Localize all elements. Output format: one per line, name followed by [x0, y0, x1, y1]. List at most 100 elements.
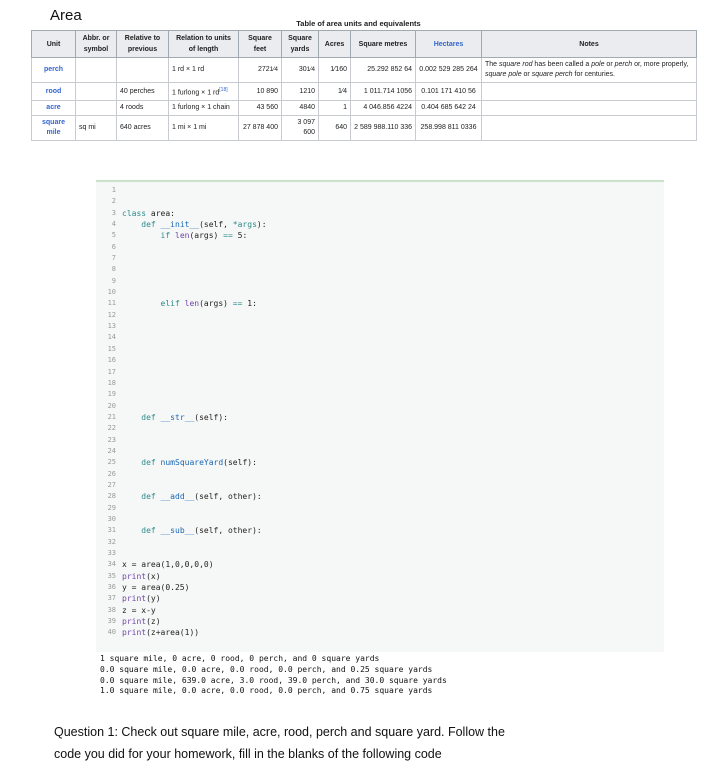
code-line[interactable] [122, 264, 267, 275]
header-relative: Relative to previous [116, 30, 169, 58]
line-number: 36 [107, 583, 116, 592]
sqyd-cell: 4840 [281, 100, 319, 117]
code-line[interactable] [122, 344, 267, 355]
code-line[interactable] [122, 480, 267, 491]
relative-cell: 40 perches [116, 81, 169, 102]
code-line[interactable] [122, 185, 267, 196]
line-number: 30 [107, 514, 116, 523]
code-line[interactable]: def __sub__(self, other): [122, 525, 267, 536]
code-content[interactable]: class area: def __init__(self, *args): i… [122, 185, 267, 639]
code-line[interactable]: def __add__(self, other): [122, 491, 267, 502]
code-line[interactable] [122, 355, 267, 366]
line-number: 7 [111, 254, 116, 263]
code-line[interactable] [122, 401, 267, 412]
code-line[interactable] [122, 242, 267, 253]
code-line[interactable] [122, 548, 267, 559]
code-line[interactable] [122, 310, 267, 321]
output-line: 0.0 square mile, 0.0 acre, 0.0 rood, 0.0… [100, 664, 433, 674]
header-hectares-link[interactable]: Hectares [415, 30, 482, 58]
code-line[interactable] [122, 367, 267, 378]
sqm-cell: 4 046.856 4224 [350, 100, 416, 117]
code-line[interactable] [122, 253, 267, 264]
code-line[interactable]: elif len(args) == 1: [122, 298, 267, 309]
sqm-cell: 25.292 852 64 [350, 57, 416, 83]
code-line[interactable] [122, 321, 267, 332]
code-line[interactable] [122, 276, 267, 287]
sqft-cell: 43 560 [238, 100, 282, 117]
sqyd-cell: 3 097 600 [281, 115, 319, 142]
code-line[interactable]: print(x) [122, 571, 267, 582]
program-output: 1 square mile, 0 acre, 0 rood, 0 perch, … [100, 654, 447, 697]
code-line[interactable] [122, 196, 267, 207]
unit-link[interactable]: perch [31, 57, 76, 83]
code-line[interactable]: def __init__(self, *args): [122, 219, 266, 230]
header-abbr: Abbr. or symbol [75, 30, 117, 58]
relation-cell: 1 mi × 1 mi [168, 115, 239, 142]
code-line[interactable]: x = area(1,0,0,0,0) [122, 559, 267, 570]
code-line[interactable]: def __str__(self): [122, 412, 267, 423]
code-line[interactable]: print(z+area(1)) [122, 627, 267, 638]
relation-cell: 1 rd × 1 rd [168, 57, 239, 83]
table-row: square mile sq mi 640 acres 1 mi × 1 mi 27 8… [31, 115, 697, 142]
abbr-cell [75, 57, 117, 83]
line-number: 9 [111, 276, 116, 285]
sqm-cell: 2 589 988.110 336 [350, 115, 416, 142]
code-line[interactable]: class area: [122, 208, 267, 219]
header-acres: Acres [318, 30, 351, 58]
acres-cell: 640 [318, 115, 351, 142]
line-number: 37 [107, 594, 116, 603]
line-number: 12 [107, 310, 116, 319]
hectares-cell: 258.998 811 0336 [415, 115, 482, 142]
line-number: 31 [107, 526, 116, 535]
table-row: rood 40 perches 1 furlong × 1 rd[18] 10 890… [31, 81, 697, 102]
citation-link[interactable]: [18] [219, 87, 227, 93]
sqft-cell: 27 878 400 [238, 115, 282, 142]
unit-link[interactable]: rood [31, 81, 76, 102]
acres-cell: 1⁄4 [318, 81, 351, 102]
code-editor[interactable]: 1 2 3 4 5 6 7 8 9 10 11 12 13 14 15 16 17 18 19 20 21 22 23 24 2… [96, 180, 664, 652]
line-number: 14 [107, 333, 116, 342]
code-line[interactable]: def numSquareYard(self): [122, 457, 267, 468]
header-unit: Unit [31, 30, 76, 58]
unit-link[interactable]: square mile [31, 115, 76, 142]
header-relation: Relation to units of length [168, 30, 239, 58]
code-line[interactable] [122, 514, 267, 525]
code-line[interactable] [122, 469, 267, 480]
code-line[interactable] [122, 378, 267, 389]
line-number: 10 [107, 288, 116, 297]
line-number: 8 [111, 265, 116, 274]
unit-link[interactable]: acre [31, 100, 76, 117]
code-line[interactable]: if len(args) == 5: [122, 230, 267, 241]
code-line[interactable]: print(y) [122, 593, 267, 604]
notes-cell [481, 100, 697, 117]
line-number: 13 [107, 322, 116, 331]
code-line[interactable]: print(z) [122, 616, 267, 627]
line-number: 16 [107, 356, 116, 365]
code-line[interactable] [122, 537, 267, 548]
code-line[interactable] [122, 332, 267, 343]
line-number: 38 [107, 605, 116, 614]
relative-cell: 640 acres [116, 115, 169, 142]
code-line[interactable] [122, 423, 267, 434]
notes-cell [481, 115, 697, 142]
line-number: 20 [107, 401, 116, 410]
acres-cell: 1 [318, 100, 351, 117]
code-line[interactable]: z = x-y [122, 605, 267, 616]
code-line[interactable] [122, 503, 267, 514]
output-line: 1 square mile, 0 acre, 0 rood, 0 perch, … [100, 654, 380, 663]
code-line[interactable] [122, 446, 267, 457]
code-line[interactable] [122, 389, 267, 400]
line-number: 21 [107, 412, 116, 421]
line-number-gutter: 1 2 3 4 5 6 7 8 9 10 11 12 13 14 15 16 17 18 19 20 21 22 23 24 2… [96, 185, 116, 639]
line-number: 17 [107, 367, 116, 376]
relation-cell: 1 furlong × 1 chain [168, 100, 239, 117]
line-number: 4 [111, 220, 116, 229]
code-line[interactable] [122, 287, 267, 298]
line-number: 35 [107, 571, 116, 580]
line-number: 18 [107, 378, 116, 387]
line-number: 5 [111, 231, 116, 240]
code-line[interactable] [122, 435, 267, 446]
code-line[interactable]: y = area(0.25) [122, 582, 267, 593]
line-number: 27 [107, 480, 116, 489]
line-number: 6 [111, 242, 116, 251]
